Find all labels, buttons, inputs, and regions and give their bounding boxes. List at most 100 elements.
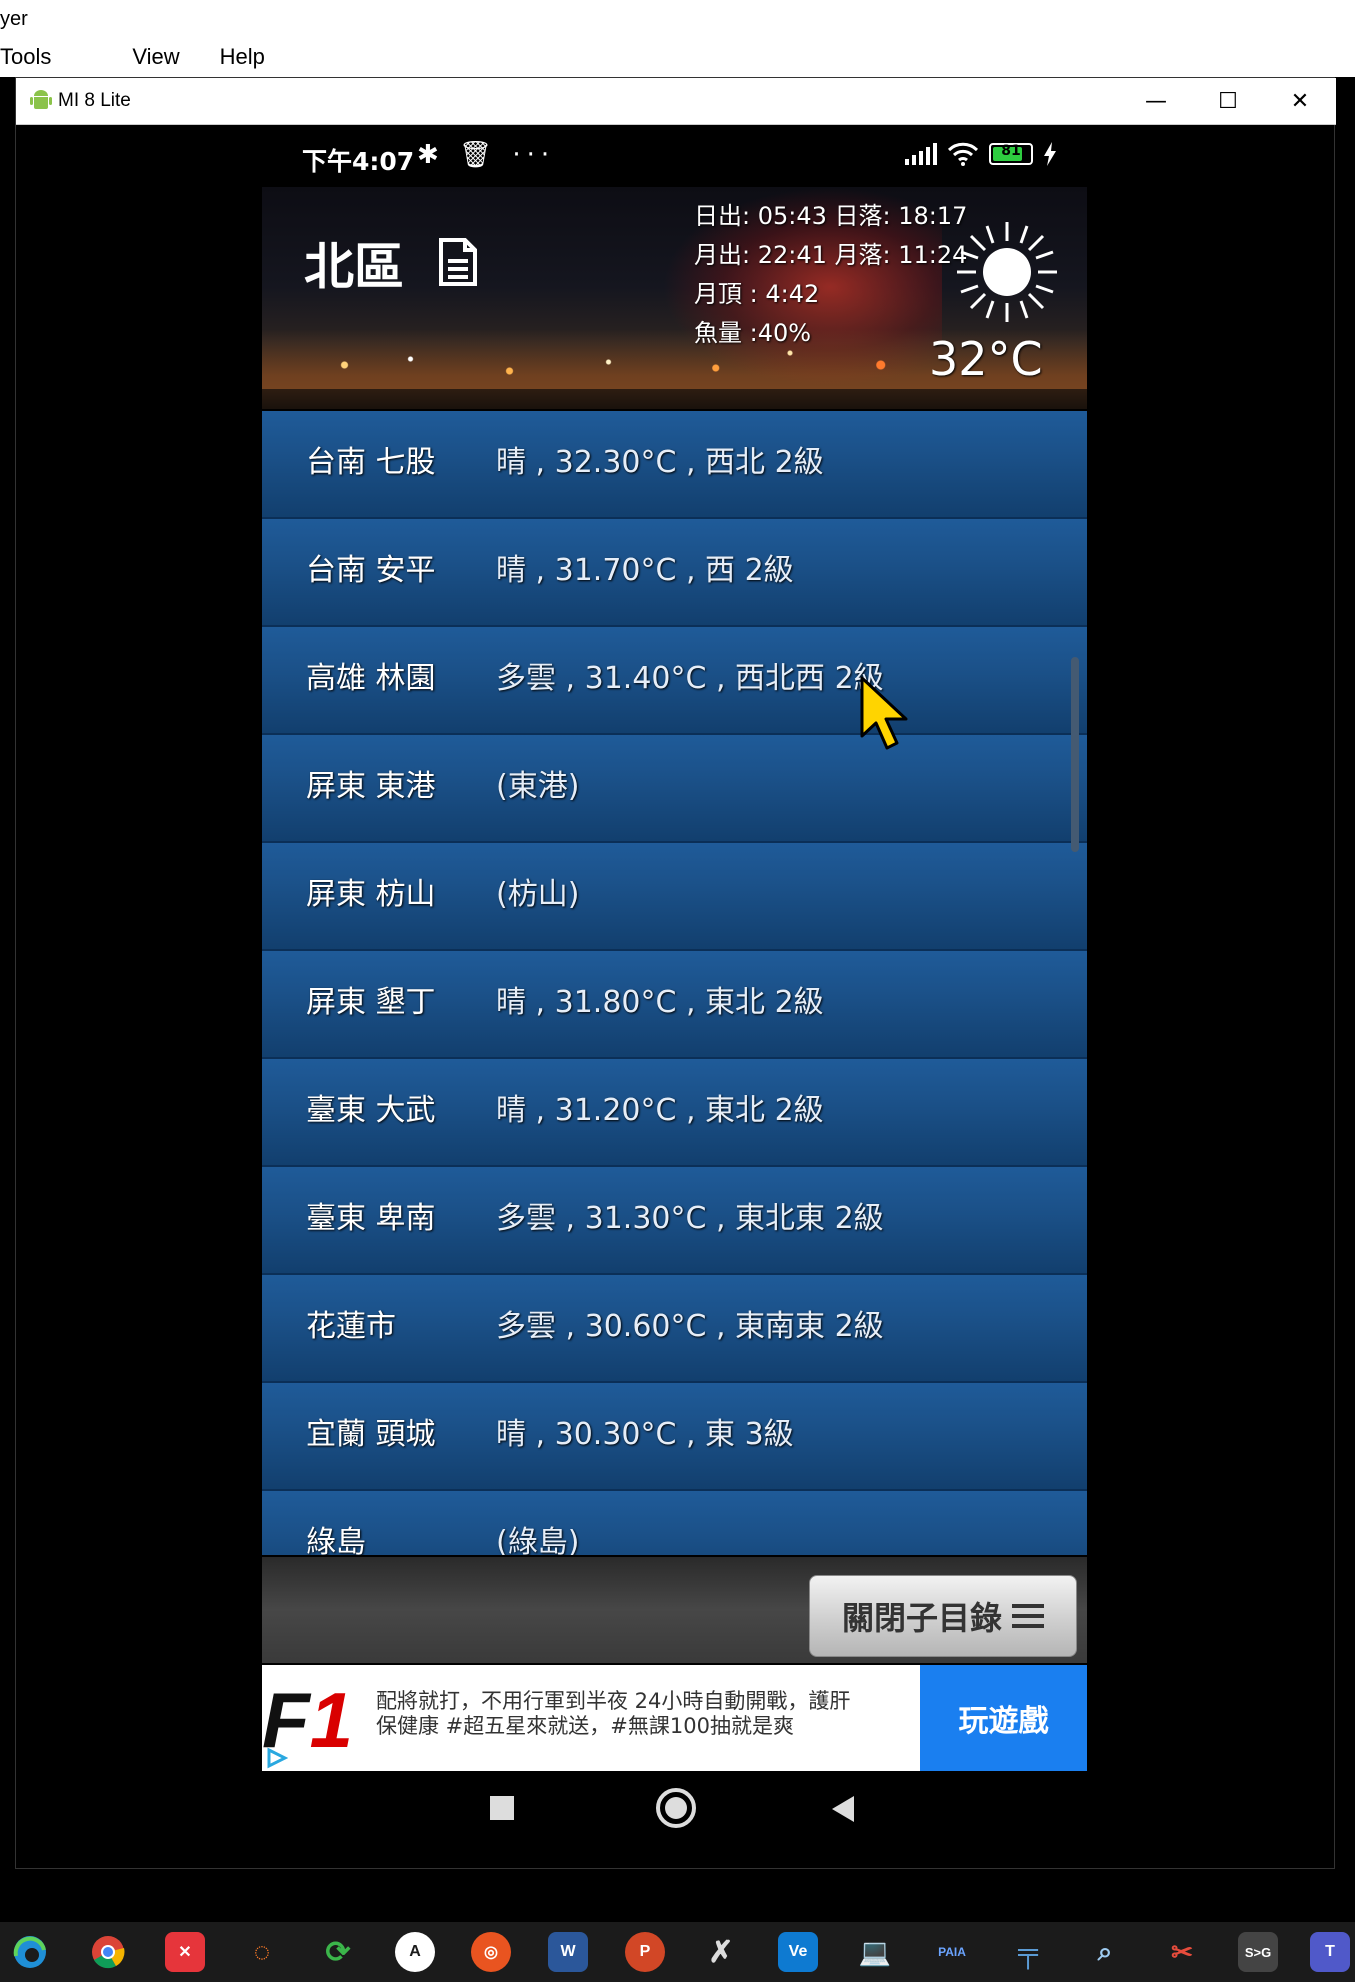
moonrise-moonset: 月出: 22:41 月落: 11:24 (694, 241, 968, 269)
host-title: yer (0, 8, 28, 30)
sun-icon (957, 222, 1057, 322)
station-weather: 晴 , 31.80°C , 東北 2級 (496, 985, 824, 1020)
ubuntu-icon[interactable]: ◎ (471, 1932, 511, 1972)
weather-header: 北區 日出: 05:43 日落: 18:17 月出: 22:41 月落: 11:… (262, 187, 1087, 409)
word-icon[interactable]: W (548, 1932, 588, 1972)
chrome-icon[interactable] (88, 1932, 128, 1972)
list-item[interactable]: 綠島 (綠島) (262, 1491, 1087, 1555)
sunrise-sunset: 日出: 05:43 日落: 18:17 (694, 202, 968, 230)
windows-taskbar: ✕ ◌ ⟳ A ◎ W P ✗ Ve 💻 PAIA ╤ ⌕ ✂ S>G T (0, 1922, 1355, 1982)
station-weather: (東港) (496, 769, 580, 804)
maximize-button[interactable]: ☐ (1192, 78, 1264, 125)
station-name: 臺東 卑南 (306, 1201, 436, 1236)
list-item[interactable]: 台南 安平 晴 , 31.70°C , 西 2級 (262, 519, 1087, 627)
station-name: 綠島 (306, 1525, 366, 1555)
status-left-icons: ✱ 🗑 ··· (417, 140, 556, 170)
station-weather: (枋山) (496, 877, 580, 912)
window-title: MI 8 Lite (58, 90, 131, 111)
status-right-icons: 81 (905, 142, 1057, 166)
host-app-header: yer Tools View Help (0, 0, 1355, 77)
list-item[interactable]: 台南 七股 晴 , 32.30°C , 西北 2級 (262, 411, 1087, 519)
menu-tools[interactable]: Tools (0, 44, 51, 70)
station-weather: 晴 , 32.30°C , 西北 2級 (496, 445, 824, 480)
list-item[interactable]: 花蓮市 多雲 , 30.60°C , 東南東 2級 (262, 1275, 1087, 1383)
station-name: 屏東 墾丁 (306, 985, 436, 1020)
station-name: 台南 安平 (306, 553, 436, 588)
list-item[interactable]: 臺東 卑南 多雲 , 31.30°C , 東北東 2級 (262, 1167, 1087, 1275)
list-item[interactable]: 屏東 墾丁 晴 , 31.80°C , 東北 2級 (262, 951, 1087, 1059)
back-icon[interactable] (830, 1795, 856, 1823)
menu-help[interactable]: Help (220, 44, 265, 70)
tool-icon[interactable]: ╤ (1008, 1932, 1048, 1972)
region-title: 北區 (304, 238, 404, 296)
station-name: 台南 七股 (306, 445, 436, 480)
station-name: 花蓮市 (306, 1309, 396, 1344)
ad-line-1: 配將就打，不用行軍到半夜 24小時自動開戰，護肝 (376, 1689, 851, 1713)
charging-icon (1044, 142, 1056, 166)
edge-icon[interactable] (10, 1932, 50, 1972)
app-icon[interactable]: A (395, 1932, 435, 1972)
station-weather: 晴 , 31.70°C , 西 2級 (496, 553, 794, 588)
host-menu: Tools View Help (0, 44, 299, 70)
minimize-button[interactable]: — (1120, 78, 1192, 125)
menu-icon (1012, 1604, 1044, 1628)
paia-icon[interactable]: PAIA (932, 1932, 972, 1972)
vscode-icon[interactable]: Ve (778, 1932, 818, 1972)
list-item[interactable]: 宜蘭 頭城 晴 , 30.30°C , 東 3級 (262, 1383, 1087, 1491)
station-name: 屏東 枋山 (306, 877, 436, 912)
android-navbar (262, 1775, 1087, 1865)
ad-line-2: 保健康 #超五星來就送，#無課100抽就是爽 (376, 1714, 794, 1738)
station-weather: 多雲 , 31.40°C , 西北西 2級 (496, 661, 884, 696)
x-icon[interactable]: ✗ (701, 1932, 741, 1972)
list-item[interactable]: 高雄 林園 多雲 , 31.40°C , 西北西 2級 (262, 627, 1087, 735)
snip-icon[interactable]: ✂ (1162, 1932, 1202, 1972)
ad-play-button[interactable]: 玩遊戲 (920, 1665, 1087, 1771)
home-icon[interactable] (655, 1787, 697, 1829)
current-temperature: 32°C (929, 332, 1043, 386)
jupyter-icon[interactable]: ◌ (242, 1932, 282, 1972)
sync-icon[interactable]: ⟳ (318, 1932, 358, 1972)
list-item[interactable]: 屏東 枋山 (枋山) (262, 843, 1087, 951)
close-submenu-label: 關閉子目錄 (841, 1599, 1002, 1637)
list-item[interactable]: 屏東 東港 (東港) (262, 735, 1087, 843)
station-weather: 晴 , 31.20°C , 東北 2級 (496, 1093, 824, 1128)
list-scrollbar[interactable] (1071, 657, 1079, 852)
close-submenu-button[interactable]: 關閉子目錄 (809, 1575, 1077, 1657)
powerpoint-icon[interactable]: P (625, 1932, 665, 1972)
document-icon[interactable] (437, 237, 479, 287)
sg-icon[interactable]: S>G (1238, 1932, 1278, 1972)
wifi-icon (947, 142, 979, 166)
ad-choices-icon[interactable] (266, 1747, 288, 1769)
search-tool-icon[interactable]: ⌕ (1085, 1932, 1125, 1972)
moon-zenith: 月頂 : 4:42 (694, 280, 820, 308)
battery-level: 81 (1001, 143, 1021, 159)
ad-text: 配將就打，不用行軍到半夜 24小時自動開戰，護肝 保健康 #超五星來就送，#無課… (376, 1689, 896, 1739)
station-weather: 多雲 , 30.60°C , 東南東 2級 (496, 1309, 884, 1344)
station-weather: 多雲 , 31.30°C , 東北東 2級 (496, 1201, 884, 1236)
fish-amount: 魚量 :40% (694, 319, 812, 347)
status-time: 下午4:07 (302, 147, 415, 176)
ad-banner[interactable]: F1 配將就打，不用行軍到半夜 24小時自動開戰，護肝 保健康 #超五星來就送，… (262, 1665, 1087, 1771)
station-list[interactable]: 台南 七股 晴 , 32.30°C , 西北 2級 台南 安平 晴 , 31.70°… (262, 411, 1087, 1555)
station-weather: (綠島) (496, 1525, 580, 1555)
menu-view[interactable]: View (132, 44, 179, 70)
station-name: 高雄 林園 (306, 661, 436, 696)
android-statusbar: 下午4:07 ✱ 🗑 ··· 81 (262, 130, 1087, 183)
mouse-cursor-icon (860, 676, 908, 750)
station-weather: 晴 , 30.30°C , 東 3級 (496, 1417, 794, 1452)
battery-icon: 81 (989, 143, 1033, 165)
list-item[interactable]: 臺東 大武 晴 , 31.20°C , 東北 2級 (262, 1059, 1087, 1167)
station-name: 臺東 大武 (306, 1093, 436, 1128)
xmind-icon[interactable]: ✕ (165, 1932, 205, 1972)
close-button[interactable]: ✕ (1264, 78, 1336, 125)
emulator-icon[interactable]: 💻 (855, 1932, 895, 1972)
teams-icon[interactable]: T (1310, 1932, 1350, 1972)
station-name: 宜蘭 頭城 (306, 1417, 436, 1452)
signal-icon (905, 143, 937, 165)
android-icon (30, 90, 52, 109)
bottom-toolbar: 關閉子目錄 (262, 1557, 1087, 1663)
window-titlebar[interactable]: MI 8 Lite — ☐ ✕ (16, 78, 1336, 125)
recents-icon[interactable] (489, 1795, 515, 1821)
astro-info: 日出: 05:43 日落: 18:17 月出: 22:41 月落: 11:24 … (694, 197, 967, 353)
station-name: 屏東 東港 (306, 769, 436, 804)
